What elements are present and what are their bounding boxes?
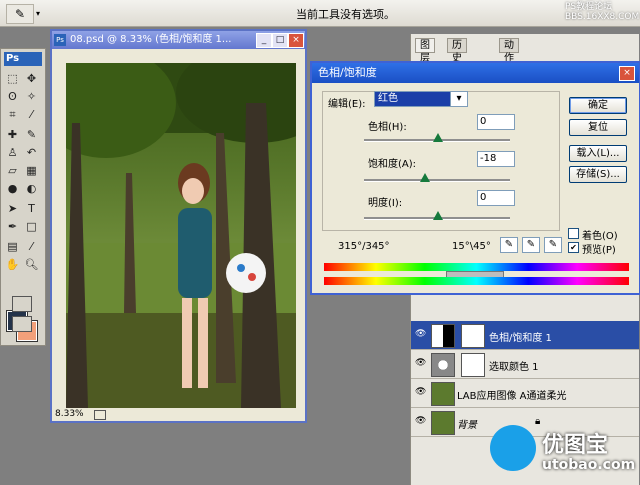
crop-icon[interactable]: ⌗ [4,107,21,122]
layer-row[interactable]: 👁︎ LAB应用图像 A通道柔光 [411,379,639,408]
lightness-slider-thumb[interactable] [433,211,443,220]
brush-icon[interactable]: ✎ [23,127,40,142]
eyedropper-tool-icon[interactable]: ⁄ [23,239,40,254]
lasso-icon[interactable]: ʘ [4,89,21,104]
watermark-line1: PS教程论坛 [565,2,613,12]
reset-button[interactable]: 复位 [569,119,627,136]
saturation-field[interactable]: -18 [477,151,515,167]
layer-mask-thumb [461,324,485,348]
minimize-button[interactable]: _ [256,33,272,48]
lightness-field[interactable]: 0 [477,190,515,206]
stamp-icon[interactable]: ♙ [4,145,21,160]
layer-name: 选取颜色 1 [489,362,539,373]
saturation-label: 饱和度(A): [368,159,417,170]
layer-mask-thumb [461,353,485,377]
hue-saturation-dialog: 色相/饱和度 × 编辑(E): 红色 ▾ 色相(H): 0 饱和度(A): -1… [310,61,640,295]
dialog-title-bar[interactable]: 色相/饱和度 × [312,63,639,83]
eyedropper-minus-icon[interactable]: ✎ [544,237,562,253]
bird-logo-icon [490,425,536,471]
tab-actions[interactable]: 动作 [499,38,519,64]
type-icon[interactable]: T [23,201,40,216]
screen-mode-icon[interactable] [12,316,32,332]
watermark-text: PS教程论坛 BBS.16XX8.COM [565,2,639,22]
dodge-icon[interactable]: ◐ [23,181,40,196]
ok-button[interactable]: 确定 [569,97,627,114]
shape-icon[interactable]: □ [23,219,40,234]
chevron-down-icon[interactable]: ▾ [450,91,468,107]
move-icon[interactable]: ✥ [23,71,40,86]
eye-icon[interactable]: 👁︎ [415,387,426,397]
options-message: 当前工具没有选项。 [296,8,395,21]
ps-logo: Ps [4,52,42,66]
marquee-icon[interactable]: ⬚ [4,71,21,86]
colorize-label: 着色(O) [582,231,618,242]
tab-history[interactable]: 历史记录 [447,38,467,90]
ps-document-icon: Ps [54,34,66,46]
status-bar: 8.33% [52,408,305,421]
notes-icon[interactable]: ▤ [4,239,21,254]
layer-name: 色相/饱和度 1 [489,333,552,344]
layer-row[interactable]: 👁︎ 选取颜色 1 [411,350,639,379]
saturation-slider-track[interactable] [364,179,510,182]
document-title: 08.psd @ 8.33% (色相/饱和度 1... [70,34,232,45]
lightness-label: 明度(I): [368,198,403,209]
layer-thumb [431,411,455,435]
blur-icon[interactable]: ● [4,181,21,196]
layer-name: LAB应用图像 A通道柔光 [457,391,567,402]
watermark-line2: BBS.16XX8.COM [565,12,640,22]
hue-slider-thumb[interactable] [433,133,443,142]
hand-icon[interactable]: ✋ [4,257,21,272]
dialog-title: 色相/饱和度 [318,66,377,79]
gradient-icon[interactable]: ▦ [23,163,40,178]
preview-label: 预览(P) [582,245,616,256]
pen-icon[interactable]: ✒ [4,219,21,234]
eye-icon[interactable]: 👁︎ [415,416,426,426]
watermark-cn: 优图宝 [542,433,609,458]
history-brush-icon[interactable]: ↶ [23,145,40,160]
options-bar: ✎ ▾ 当前工具没有选项。 PS教程论坛 BBS.16XX8.COM [0,0,640,27]
healing-icon[interactable]: ✚ [4,127,21,142]
eye-icon[interactable]: 👁︎ [415,329,426,339]
status-info-icon[interactable] [94,410,106,420]
adjustment-thumb-icon [431,324,455,348]
magic-wand-icon[interactable]: ✧ [23,89,40,104]
range-left-label: 315°/345° [338,241,390,252]
close-button[interactable]: × [288,33,304,48]
tab-layers[interactable]: 图层 [415,38,435,64]
eraser-icon[interactable]: ▱ [4,163,21,178]
document-window: Ps 08.psd @ 8.33% (色相/饱和度 1... _ □ × 8.3… [50,29,307,423]
colorize-checkbox[interactable] [568,228,579,239]
layer-thumb [431,382,455,406]
eye-icon[interactable]: 👁︎ [415,358,426,368]
edit-label: 编辑(E): [328,99,366,110]
adjustment-group [322,91,560,231]
range-right-label: 15°\45° [452,241,491,252]
zoom-icon[interactable]: 🔍︎ [23,257,40,272]
slice-icon[interactable]: ⁄ [23,107,40,122]
saturation-slider-thumb[interactable] [420,173,430,182]
path-select-icon[interactable]: ➤ [4,201,21,216]
document-title-bar[interactable]: Ps 08.psd @ 8.33% (色相/饱和度 1... _ □ × [52,31,305,49]
dialog-close-button[interactable]: × [619,66,635,81]
layer-name: 背景 [457,420,477,431]
eyedropper-icon[interactable]: ✎ [500,237,518,253]
preview-checkbox[interactable]: ✔ [568,242,579,253]
hue-label: 色相(H): [368,122,407,133]
bottom-color-bar [324,277,629,285]
watermark-en: utobao.com [542,457,636,473]
maximize-button[interactable]: □ [272,33,288,48]
layer-row[interactable]: 👁︎ 色相/饱和度 1 [411,321,639,350]
load-button[interactable]: 载入(L)... [569,145,627,162]
selective-color-thumb-icon [431,353,455,377]
quick-mask-icon[interactable] [12,296,32,312]
save-button[interactable]: 存储(S)... [569,166,627,183]
eyedropper-plus-icon[interactable]: ✎ [522,237,540,253]
canvas-photo[interactable] [66,63,296,408]
eyedropper-icon[interactable]: ✎ [6,4,34,24]
zoom-level[interactable]: 8.33% [55,408,84,421]
hue-field[interactable]: 0 [477,114,515,130]
site-watermark: 优图宝 utobao.com [490,425,640,485]
tool-preset-dropdown-icon[interactable]: ▾ [36,9,40,18]
top-color-bar [324,263,629,271]
